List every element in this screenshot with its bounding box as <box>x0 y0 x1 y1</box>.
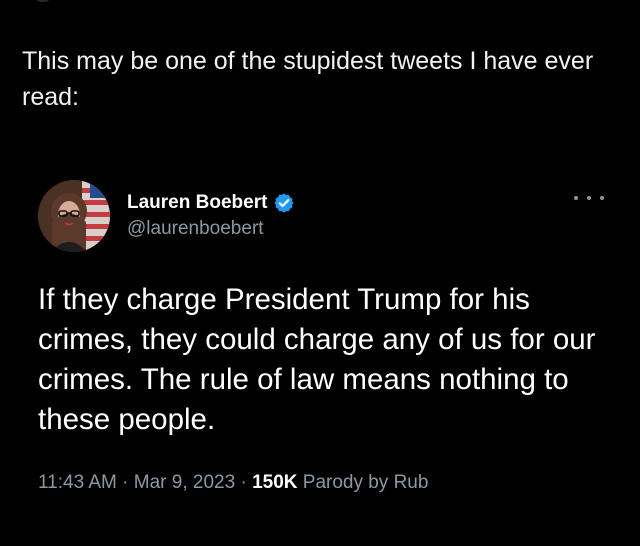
more-dot-1 <box>574 196 578 200</box>
author-handle[interactable]: @laurenboebert <box>127 218 264 240</box>
author-avatar[interactable] <box>38 180 110 252</box>
partial-avatar-fragment <box>34 0 52 2</box>
tweet-time[interactable]: 11:43 AM <box>38 472 117 493</box>
tweet-body-text: If they charge President Trump for his c… <box>38 283 596 436</box>
more-dot-2 <box>587 196 591 200</box>
view-count[interactable]: 150K <box>252 472 297 493</box>
view-label: Parody by Rub <box>302 472 429 493</box>
profile-photo-avatar <box>38 180 110 252</box>
metadata-separator: · <box>122 472 129 493</box>
post-caption: This may be one of the stupidest tweets … <box>22 47 594 111</box>
more-options-icon[interactable] <box>574 188 604 208</box>
metadata-separator: · <box>240 472 247 493</box>
verified-badge-icon <box>274 193 295 213</box>
tweet-metadata: 11:43 AM · Mar 9, 2023 · 150K Parody by … <box>38 472 428 494</box>
more-dot-3 <box>600 196 604 200</box>
tweet-date[interactable]: Mar 9, 2023 <box>134 472 235 493</box>
embedded-tweet[interactable]: Lauren Boebert @laurenboebert If they ch… <box>0 170 640 546</box>
author-name-row[interactable]: Lauren Boebert <box>127 190 295 216</box>
author-display-name[interactable]: Lauren Boebert <box>127 192 267 214</box>
